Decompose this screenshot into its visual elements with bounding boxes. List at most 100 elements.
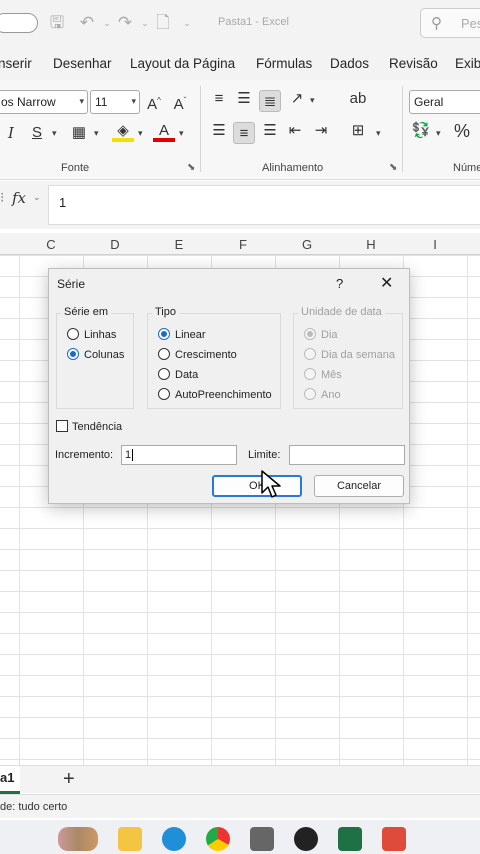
add-sheet-button[interactable]: + [63,768,75,791]
radio-button[interactable] [67,328,79,340]
tab-layout-da-pagina[interactable]: Layout da Página [130,56,235,71]
increase-font-icon[interactable]: A^ [143,90,165,113]
group-label-alignment: Alinhamento [262,162,324,174]
radio-linhas[interactable]: Linhas [67,328,116,341]
radio-linear[interactable]: Linear [158,328,206,341]
align-right-icon[interactable]: ☰ [259,120,281,142]
accessibility-status[interactable]: de: tudo certo [0,801,67,813]
font-size-select[interactable]: 11 ▾ [90,90,140,114]
search-placeholder: Pes [461,16,480,31]
save-icon[interactable]: 🖫 [46,12,68,34]
excel-icon[interactable] [338,827,362,851]
chevron-down-icon[interactable]: ▾ [138,128,143,139]
number-format-select[interactable]: Geral [409,90,480,114]
more-options-icon[interactable]: ⁝ [0,189,4,206]
date-unit-group: Unidade de data Dia Dia da semana Mês An… [293,306,403,409]
close-button[interactable]: ✕ [380,273,393,293]
customize-toolbar-icon[interactable]: ⌄ [176,12,198,34]
column-header-c[interactable]: C [19,237,83,252]
column-header-f[interactable]: F [211,237,275,252]
radio-label: AutoPreenchimento [175,389,272,401]
undo-icon[interactable]: ↶ [76,12,98,34]
trend-checkbox[interactable]: Tendência [56,420,122,433]
align-top-icon[interactable]: ≡ [208,88,230,110]
checkbox[interactable] [56,420,68,432]
widgets-icon[interactable] [58,827,98,851]
media-player-icon[interactable] [294,827,318,851]
radio-button[interactable] [158,388,170,400]
column-header-g[interactable]: G [275,237,339,252]
align-left-icon[interactable]: ☰ [208,120,230,142]
radio-colunas[interactable]: Colunas [67,348,124,361]
tab-revisao[interactable]: Revisão [389,56,438,71]
column-header-e[interactable]: E [147,237,211,252]
chevron-down-icon[interactable]: ▾ [376,128,381,139]
mouse-pointer-icon [261,470,281,498]
dialog-launcher-icon[interactable]: ⬊ [389,162,397,173]
file-explorer-icon[interactable] [118,827,142,851]
increase-indent-icon[interactable]: ⇥ [310,120,332,142]
calculator-icon[interactable] [250,827,274,851]
tab-inserir[interactable]: nserir [0,56,32,71]
radio-mes: Mês [304,368,342,381]
chevron-down-icon[interactable]: ▾ [52,128,57,139]
formula-input[interactable]: 1 [48,185,480,225]
radio-button-selected[interactable] [67,348,79,360]
recorder-app-icon[interactable] [382,827,406,851]
underline-button[interactable]: S [26,122,48,144]
radio-autopreenchimento[interactable]: AutoPreenchimento [158,388,272,401]
radio-crescimento[interactable]: Crescimento [158,348,237,361]
cancel-button[interactable]: Cancelar [314,475,404,497]
chevron-down-icon[interactable]: ▾ [436,128,441,139]
dialog-launcher-icon[interactable]: ⬊ [187,162,195,173]
tab-dados[interactable]: Dados [330,56,369,71]
font-color-icon[interactable]: A [153,120,175,142]
chrome-browser-icon[interactable] [206,827,230,851]
radio-label: Linhas [84,329,117,341]
chevron-down-icon[interactable]: ▾ [179,128,184,139]
sheet-tab-active[interactable]: a1 [0,766,20,794]
tab-exibir[interactable]: Exib [455,56,480,71]
redo-icon[interactable]: ↷ [114,12,136,34]
insert-function-button[interactable]: fx [12,189,26,207]
font-name-value: os Narrow [1,95,56,109]
radio-button-selected[interactable] [158,328,170,340]
radio-data[interactable]: Data [158,368,198,381]
align-bottom-icon[interactable]: ≣ [259,90,281,112]
column-header-h[interactable]: H [339,237,403,252]
decrease-font-icon[interactable]: Aˇ [169,90,191,113]
italic-button[interactable]: I [0,122,22,144]
ok-button[interactable]: OK [212,475,302,497]
accounting-format-icon[interactable]: 💱 [410,120,432,142]
column-header-i[interactable]: I [403,237,467,252]
status-bar: de: tudo certo [0,794,480,818]
tab-desenhar[interactable]: Desenhar [53,56,112,71]
dialog-title: Série [57,277,86,291]
align-middle-icon[interactable]: ☰ [233,88,255,110]
orientation-icon[interactable]: ↗ [286,88,308,110]
autosave-toggle[interactable] [0,13,38,33]
step-input[interactable]: 1 [121,445,237,465]
radio-button[interactable] [158,348,170,360]
font-name-select[interactable]: os Narrow ▾ [0,90,88,114]
radio-label: Data [175,369,199,381]
merge-center-icon[interactable]: ⊞ [347,120,369,142]
wrap-text-icon[interactable]: ab [347,88,369,110]
align-center-icon[interactable]: ≡ [233,122,255,144]
stop-input[interactable] [289,445,405,465]
column-header-d[interactable]: D [83,237,147,252]
borders-icon[interactable]: ▦ [68,122,90,144]
chevron-down-icon: ▾ [131,96,136,106]
tab-formulas[interactable]: Fórmulas [256,56,312,71]
percent-button[interactable]: % [451,120,473,142]
chevron-down-icon[interactable]: ⌄ [33,192,41,203]
search-box[interactable]: ⚲ Pes [420,8,480,38]
new-file-icon[interactable]: 🗋 [152,12,174,34]
edge-browser-icon[interactable] [162,827,186,851]
help-button[interactable]: ? [336,276,343,291]
decrease-indent-icon[interactable]: ⇤ [284,120,306,142]
fill-color-icon[interactable]: ◈ [112,120,134,142]
chevron-down-icon[interactable]: ▾ [94,128,99,139]
chevron-down-icon[interactable]: ▾ [310,95,315,106]
radio-button[interactable] [158,368,170,380]
